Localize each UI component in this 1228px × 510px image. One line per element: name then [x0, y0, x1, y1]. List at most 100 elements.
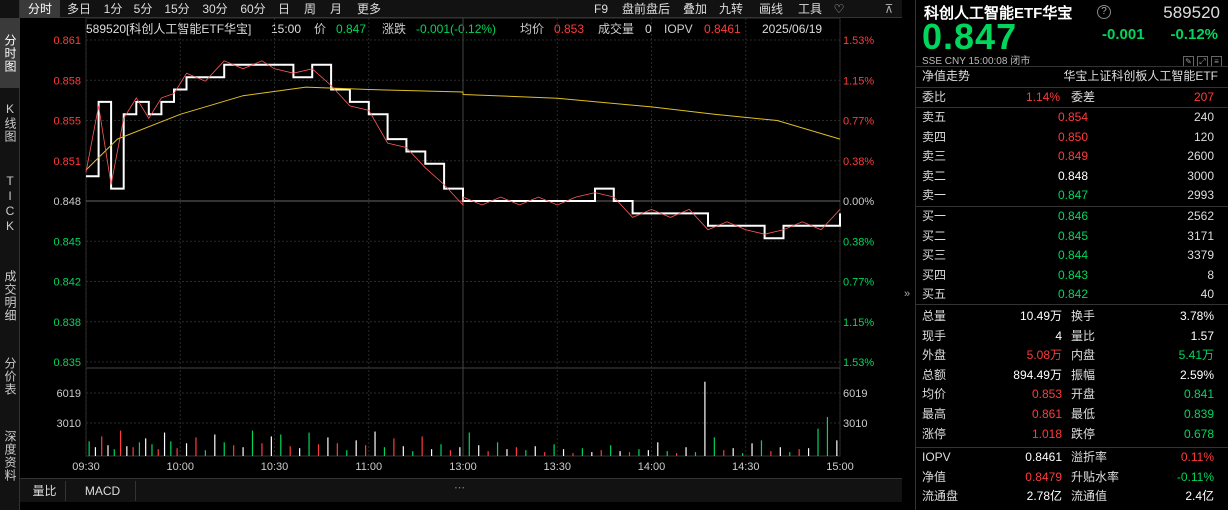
chart-grid — [85, 17, 841, 457]
pct-tick-label: 1.15% — [843, 75, 874, 87]
stat-value: 1.57 — [1190, 328, 1214, 343]
tab-kline-chart[interactable]: K线图 — [0, 92, 20, 152]
level-label: 卖四 — [922, 129, 947, 144]
stat-label: 振幅 — [1071, 367, 1096, 382]
price-axis-labels: 0.861 0.858 0.855 0.851 0.848 0.845 0.842 0.838… — [53, 35, 81, 369]
stat-value: -0.11% — [1176, 469, 1214, 484]
stat-value: 1.018 — [1031, 426, 1062, 441]
stat-row: 均价 0.853 开盘 0.841 — [916, 385, 1228, 404]
level-volume: 2562 — [1187, 209, 1214, 223]
stat-row: 现手 4 量比 1.57 — [916, 327, 1228, 346]
stat-label: 总额 — [922, 367, 947, 382]
order-level-row: 卖四 0.850 120 — [916, 128, 1228, 147]
weicha-value: 207 — [1193, 90, 1214, 104]
stat-value: 10.49万 — [1019, 309, 1062, 323]
level-volume: 3379 — [1187, 248, 1214, 263]
tab-macd[interactable]: MACD — [70, 481, 136, 501]
volume-tick-label: 6019 — [57, 388, 81, 400]
stat-value: 0.11% — [1180, 450, 1214, 464]
stat-label: 量比 — [1071, 328, 1096, 343]
left-tab-bar: 分时图 K线图 TICK 成交明细 分价表 深度资料 — [0, 0, 20, 510]
tab-trade-details[interactable]: 成交明细 — [0, 256, 20, 336]
stat-label: 外盘 — [922, 348, 947, 363]
stat-row: 外盘 5.08万 内盘 5.41万 — [916, 346, 1228, 365]
nav-trend-row[interactable]: 净值走势 华宝上证科创板人工智能ETF — [916, 67, 1228, 86]
collapse-panel-icon[interactable]: » — [904, 288, 914, 300]
time-tick-label: 11:00 — [355, 461, 382, 473]
level-volume: 8 — [1207, 267, 1214, 282]
order-level-row: 买二 0.845 3171 — [916, 227, 1228, 246]
time-tick-label: 14:30 — [732, 461, 760, 473]
level-volume: 120 — [1193, 129, 1214, 144]
pct-tick-label: 0.77% — [843, 277, 874, 289]
level-price: 0.845 — [1058, 228, 1089, 243]
time-tick-label: 10:00 — [166, 461, 194, 473]
drag-handle-icon[interactable]: ⋯ — [454, 481, 465, 494]
price-tick-label: 0.858 — [53, 75, 81, 87]
level-volume: 3171 — [1187, 228, 1214, 243]
pct-tick-label: 1.53% — [843, 357, 874, 369]
stat-row: IOPV 0.8461 溢折率 0.11% — [916, 448, 1228, 467]
stat-label: 换手 — [1071, 309, 1096, 323]
time-tick-label: 13:30 — [543, 461, 571, 473]
quote-change: -0.001 — [1102, 26, 1145, 43]
stat-label: 溢折率 — [1071, 450, 1108, 464]
level-price: 0.847 — [1058, 188, 1089, 203]
quote-code: 589520 — [1163, 3, 1220, 22]
level-label: 买五 — [922, 287, 947, 302]
intraday-chart[interactable]: 0.861 0.858 0.855 0.851 0.848 0.845 0.842 0.838… — [20, 0, 902, 478]
stat-label: 涨停 — [922, 426, 947, 441]
time-tick-label: 10:30 — [261, 461, 289, 473]
order-level-row: 卖五 0.854 240 — [916, 108, 1228, 127]
volume-tick-label: 3010 — [57, 418, 81, 430]
price-tick-label: 0.848 — [53, 196, 81, 208]
tab-price-table[interactable]: 分价表 — [0, 346, 20, 406]
order-ratio-row: 委比 1.14% 委差 207 — [916, 88, 1228, 107]
volume-tick-label: 3010 — [843, 418, 867, 430]
tab-intraday-chart[interactable]: 分时图 — [0, 18, 20, 88]
time-axis-labels: 09:30 10:00 10:30 11:00 13:00 13:30 14:00 14:30… — [72, 461, 854, 473]
time-tick-label: 13:00 — [449, 461, 477, 473]
order-level-row: 卖三 0.849 2600 — [916, 147, 1228, 166]
level-price: 0.844 — [1058, 248, 1089, 263]
stat-label: 现手 — [922, 328, 947, 343]
level-label: 卖三 — [922, 149, 947, 164]
stat-value: 0.8461 — [1025, 450, 1062, 464]
level-volume: 40 — [1200, 287, 1214, 302]
level-label: 买二 — [922, 228, 947, 243]
tab-depth-data[interactable]: 深度资料 — [0, 416, 20, 496]
level-price: 0.849 — [1058, 149, 1089, 164]
price-tick-label: 0.855 — [53, 116, 81, 128]
price-tick-label: 0.835 — [53, 357, 81, 369]
tab-tick[interactable]: TICK — [0, 164, 20, 244]
stat-value: 2.59% — [1179, 367, 1214, 382]
stat-value: 0.678 — [1183, 426, 1214, 441]
stat-label: 升贴水率 — [1071, 469, 1120, 484]
weicha-label: 委差 — [1071, 90, 1096, 104]
stat-label: 流通值 — [1071, 489, 1108, 504]
price-tick-label: 0.845 — [53, 236, 81, 248]
volume-tick-label: 6019 — [843, 388, 867, 400]
stat-value: 0.841 — [1183, 387, 1214, 402]
tab-volume-ratio[interactable]: 量比 — [24, 481, 66, 501]
order-level-row: 买四 0.843 8 — [916, 266, 1228, 285]
level-label: 买三 — [922, 248, 947, 263]
percent-axis-labels: 1.53% 1.15% 0.77% 0.38% 0.00% 0.38% 0.77% 1.15%… — [843, 35, 874, 369]
stat-value: 0.8479 — [1025, 469, 1062, 484]
stat-row: 涨停 1.018 跌停 0.678 — [916, 425, 1228, 444]
stat-value: 2.78亿 — [1026, 489, 1062, 504]
pct-tick-label: 0.77% — [843, 116, 874, 128]
webi-label: 委比 — [922, 90, 947, 104]
level-price: 0.850 — [1058, 129, 1089, 144]
pct-tick-label: 0.38% — [843, 156, 874, 168]
level-price: 0.846 — [1058, 209, 1089, 223]
panel-icons: ✎ ⤢ ≡ — [1180, 53, 1222, 67]
level-label: 卖一 — [922, 188, 947, 203]
level-label: 卖二 — [922, 168, 947, 183]
help-icon[interactable]: ? — [1097, 5, 1111, 19]
level-price: 0.854 — [1058, 110, 1089, 124]
time-tick-label: 09:30 — [72, 461, 100, 473]
level-label: 卖五 — [922, 110, 947, 124]
order-level-row: 买三 0.844 3379 — [916, 246, 1228, 265]
stat-label: 净值 — [922, 469, 947, 484]
